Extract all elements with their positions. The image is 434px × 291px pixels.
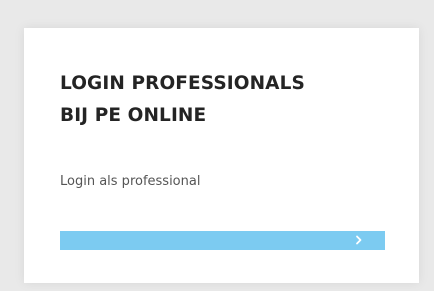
card-title-line-1: LOGIN PROFESSIONALS bbox=[60, 73, 305, 94]
card-title: LOGIN PROFESSIONALS BIJ PE ONLINE bbox=[60, 68, 390, 132]
login-professional-button[interactable] bbox=[60, 231, 385, 250]
card-title-line-2: BIJ PE ONLINE bbox=[60, 105, 207, 126]
chevron-right-icon bbox=[356, 235, 362, 245]
card-description: Login als professional bbox=[60, 174, 201, 189]
login-card: LOGIN PROFESSIONALS BIJ PE ONLINE Login … bbox=[24, 28, 419, 283]
